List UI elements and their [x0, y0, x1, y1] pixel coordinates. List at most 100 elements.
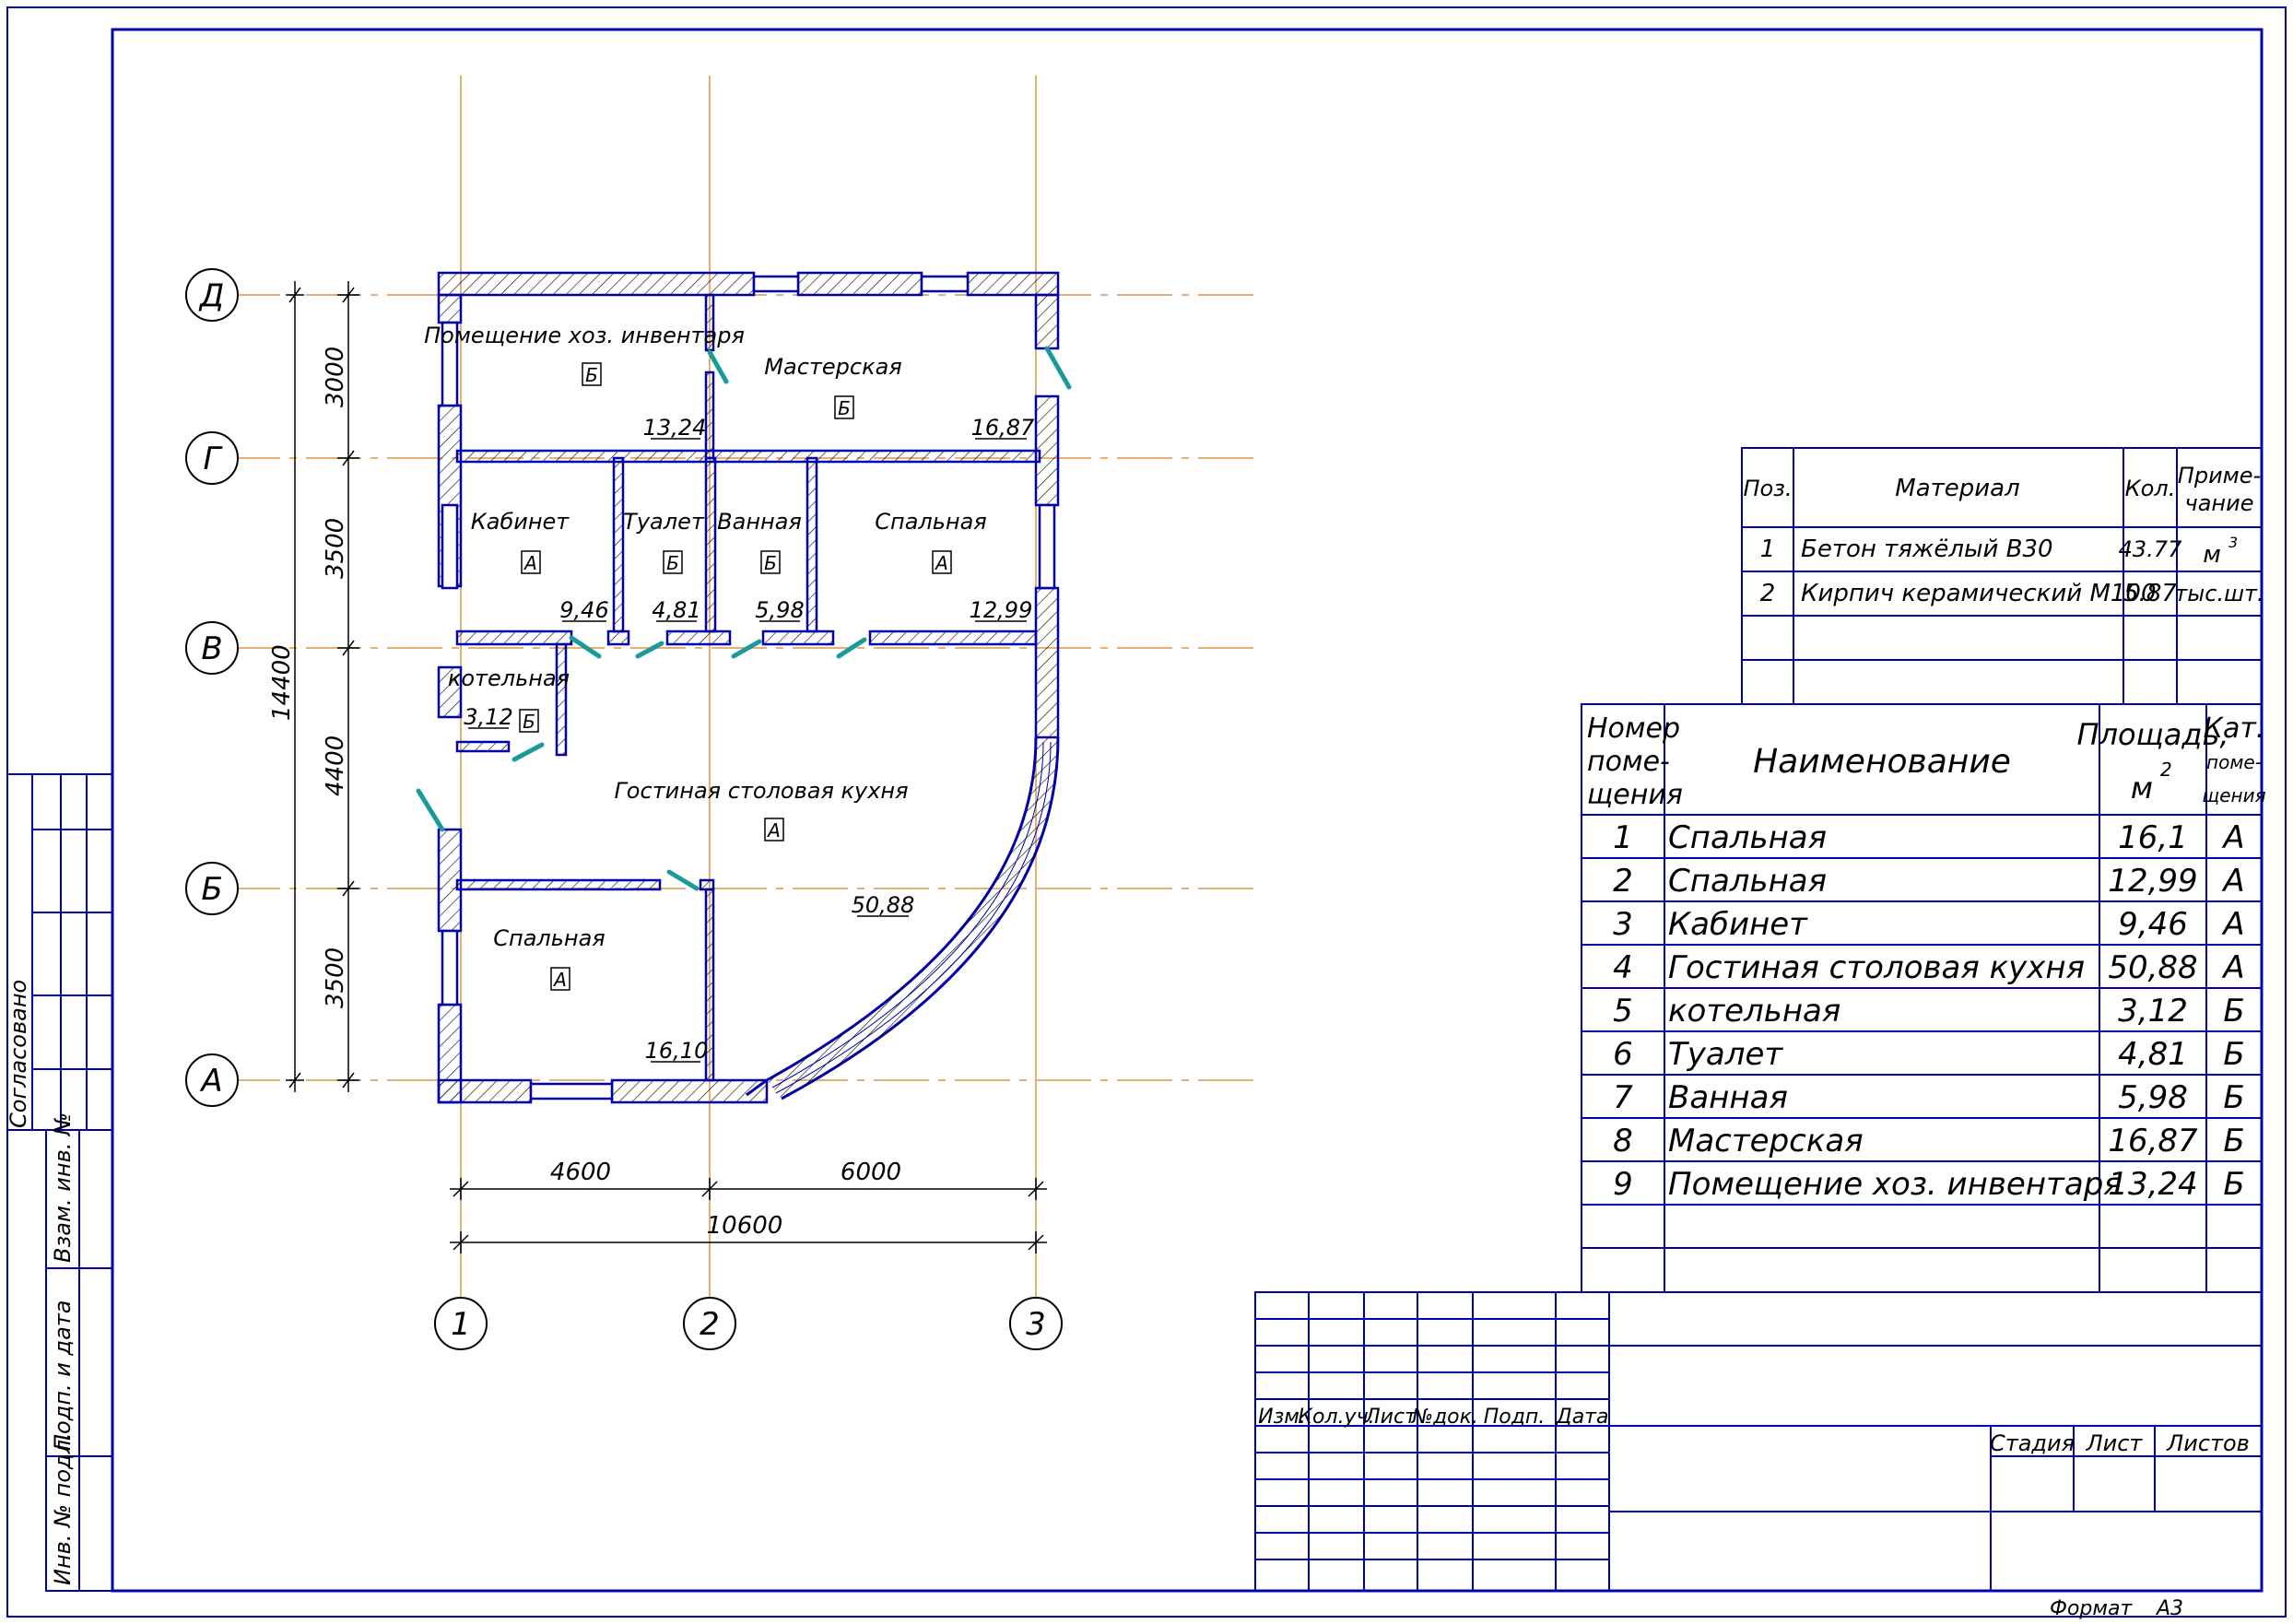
room-name-cell: Ванная	[1668, 1079, 1788, 1116]
material-name: Кирпич керамический М100	[1801, 580, 2157, 607]
dim-3500-bottom: 3500	[322, 947, 349, 1008]
tb-sheet: Лист	[2086, 1430, 2144, 1456]
room-bathroom: Ванная Б 5,98	[717, 509, 805, 623]
original-inv-label: Инв. № подл.	[50, 1432, 76, 1585]
room-name: Спальная	[875, 509, 986, 535]
room-study: Кабинет А 9,46	[471, 509, 609, 623]
room-category: Б	[585, 364, 598, 386]
room-workshop: Мастерская Б 16,87	[764, 354, 1035, 441]
room-category: А	[934, 552, 948, 574]
axis-grid	[225, 76, 1253, 1300]
room-toilet: Туалет Б 4,81	[623, 509, 705, 623]
room-number: 6	[1613, 1036, 1633, 1073]
room-name: Помещение хоз. инвентаря	[424, 323, 745, 348]
axis-bubble-b: Б	[185, 862, 239, 915]
room-category-cell: А	[2221, 819, 2244, 856]
tb-header-count: Кол.уч.	[1298, 1406, 1374, 1429]
signature-date-label: Подп. и дата	[50, 1300, 76, 1452]
room-area: 16,10	[645, 1038, 709, 1064]
axis-bubble-d: Д	[185, 268, 239, 322]
room-bedroom-1: Спальная А 16,10	[493, 925, 708, 1064]
header-cat-1: Кат.	[2204, 712, 2265, 745]
row-axis-bubbles: Д Г В Б А	[185, 268, 239, 1107]
axis-label-1: 1	[451, 1306, 471, 1343]
axis-label-v: В	[201, 630, 222, 667]
material-row-1: 1 Бетон тяжёлый В30 43.77 м 3	[1760, 534, 2238, 569]
room-category: А	[766, 819, 781, 841]
room-living: Гостиная столовая кухня А 50,88	[614, 778, 914, 918]
room-bedroom-2: Спальная А 12,99	[875, 509, 1032, 623]
header-material: Материал	[1895, 475, 2019, 502]
material-qty: 5.87	[2123, 580, 2177, 607]
axis-label-a: А	[199, 1063, 222, 1100]
room-name-cell: Гостиная столовая кухня	[1668, 949, 2085, 986]
axis-bubble-g: Г	[185, 431, 239, 485]
replacement-inv-label: Взам. инв. №	[50, 1112, 76, 1263]
room-area: 50,88	[852, 892, 915, 918]
room-area-cell: 50,88	[2108, 949, 2197, 986]
dim-14400: 14400	[268, 644, 296, 721]
room-area: 3,12	[464, 704, 512, 730]
axis-label-g: Г	[204, 441, 224, 477]
room-area-cell: 16,87	[2108, 1123, 2198, 1159]
room-area: 5,98	[755, 597, 804, 623]
material-unit: м	[2203, 541, 2221, 569]
room-name-cell: Туалет	[1668, 1036, 1783, 1073]
header-cat-3: щения	[2202, 784, 2265, 806]
axis-label-3: 3	[1026, 1306, 1046, 1343]
format-label: Формат А3	[2050, 1597, 2183, 1620]
room-category: А	[552, 969, 567, 991]
tb-header-sheet: Лист	[1364, 1406, 1417, 1429]
axis-bubble-1: 1	[434, 1297, 488, 1350]
room-area-cell: 5,98	[2118, 1079, 2188, 1116]
format-caption: Формат	[2050, 1597, 2133, 1620]
room-name: Туалет	[623, 509, 705, 535]
room-name: котельная	[448, 665, 570, 691]
room-name: Ванная	[717, 509, 802, 535]
room-name-cell: Мастерская	[1668, 1123, 1864, 1159]
room-storage: Помещение хоз. инвентаря Б 13,24	[424, 323, 745, 441]
dim-4400: 4400	[322, 736, 349, 796]
room-name-cell: Помещение хоз. инвентаря	[1668, 1166, 2122, 1203]
room-number: 8	[1613, 1123, 1633, 1159]
room-category: Б	[838, 397, 851, 419]
rooms-table: Номер поме- щения Наименование Площадь, …	[1581, 703, 2266, 1293]
room-category-cell: А	[2221, 863, 2244, 900]
axis-bubble-a: А	[185, 1053, 239, 1107]
material-unit: тыс.шт.	[2174, 581, 2264, 606]
room-name-cell: Спальная	[1668, 819, 1827, 856]
room-category-cell: А	[2221, 906, 2244, 943]
table-row: 7 Ванная 5,98 Б	[1613, 1079, 2244, 1116]
room-name: Гостиная столовая кухня	[614, 778, 908, 804]
axis-label-d: Д	[198, 277, 225, 314]
room-name: Спальная	[493, 925, 605, 951]
room-category: А	[523, 552, 537, 574]
room-name-cell: котельная	[1668, 993, 1840, 1030]
room-name: Кабинет	[471, 509, 570, 535]
sheet-frame	[6, 6, 2287, 1618]
room-name: Мастерская	[764, 354, 901, 380]
dim-6000: 6000	[841, 1159, 901, 1186]
tb-sheets: Листов	[2166, 1430, 2250, 1456]
axis-label-2: 2	[700, 1306, 720, 1343]
room-category-cell: Б	[2223, 993, 2244, 1030]
title-block: Изм. Кол.уч. Лист №док. Подп. Дата Стади…	[1254, 1291, 2263, 1592]
table-row: 8 Мастерская 16,87 Б	[1613, 1123, 2244, 1159]
tb-header-doc: №док.	[1411, 1406, 1478, 1429]
room-area: 9,46	[559, 597, 608, 623]
room-category: Б	[523, 711, 535, 733]
header-name: Наименование	[1753, 743, 2011, 781]
header-note-1: Приме-	[2178, 463, 2261, 488]
table-row: 4 Гостиная столовая кухня 50,88 А	[1613, 949, 2244, 986]
axis-bubble-2: 2	[683, 1297, 736, 1350]
room-category-cell: Б	[2223, 1166, 2244, 1203]
table-row: 1 Спальная 16,1 А	[1613, 819, 2244, 856]
header-cat-2: поме-	[2206, 751, 2262, 773]
room-category: Б	[764, 552, 777, 574]
material-unit-sup: 3	[2228, 534, 2238, 551]
room-area-cell: 12,99	[2108, 863, 2197, 900]
room-area: 12,99	[970, 597, 1033, 623]
dim-3500-top: 3500	[322, 518, 349, 579]
table-row: 9 Помещение хоз. инвентаря13,24 Б	[1613, 1166, 2244, 1203]
room-number: 4	[1613, 949, 1633, 986]
